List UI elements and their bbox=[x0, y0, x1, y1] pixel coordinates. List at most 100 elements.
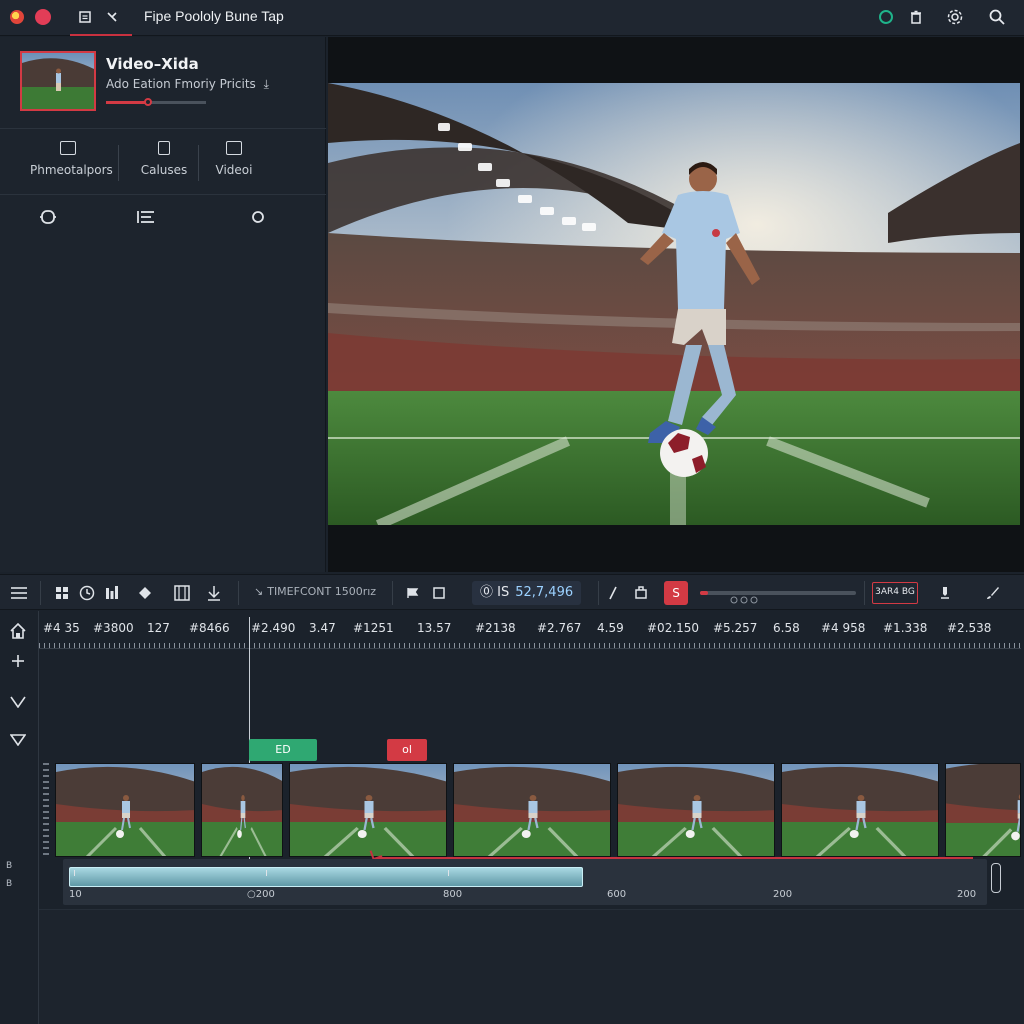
category-photos[interactable]: Phmeotalpors bbox=[30, 141, 113, 177]
flag-icon[interactable] bbox=[404, 583, 422, 603]
download-small-icon[interactable]: ⤓ bbox=[264, 77, 269, 91]
preview-frame bbox=[328, 83, 1020, 525]
media-panel: Video–Xida Ado Eation Fmoriy Pricits ⤓ P… bbox=[0, 37, 326, 572]
track-scale-label: 200 bbox=[957, 889, 977, 900]
list-icon[interactable] bbox=[136, 207, 156, 227]
audio-clip[interactable] bbox=[69, 867, 583, 887]
timeline: B B #4 35 #3800 127 #8466 #2.490 3.47 #1… bbox=[0, 611, 1024, 1024]
loop-icon[interactable] bbox=[38, 207, 58, 227]
time-ruler[interactable]: #4 35 #3800 127 #8466 #2.490 3.47 #1251 … bbox=[39, 617, 1021, 649]
menu-icon[interactable] bbox=[10, 583, 28, 603]
video-clip[interactable] bbox=[201, 763, 283, 857]
trash-icon[interactable] bbox=[906, 6, 926, 28]
ruler-label: #5.257 bbox=[713, 621, 758, 635]
category-divider bbox=[198, 145, 199, 181]
video-clip[interactable] bbox=[945, 763, 1021, 857]
brush-icon[interactable] bbox=[984, 583, 1002, 603]
window-title: Fipe Poololy Bune Tap bbox=[144, 8, 284, 24]
category-divider bbox=[118, 145, 119, 181]
tools-row bbox=[0, 203, 326, 233]
category-clips[interactable]: Caluses bbox=[134, 141, 194, 177]
empty-track-area[interactable] bbox=[39, 909, 1024, 1024]
timecode-format-label: ↘ TIMEFCONT 1500rız bbox=[254, 585, 376, 598]
clip-tick bbox=[448, 870, 449, 876]
media-card[interactable]: Video–Xida Ado Eation Fmoriy Pricits ⤓ bbox=[0, 37, 326, 129]
grid-icon[interactable] bbox=[54, 583, 70, 603]
track-scroll-handle[interactable] bbox=[991, 863, 1001, 893]
volume-marks bbox=[730, 589, 758, 604]
square-icon[interactable] bbox=[430, 583, 448, 603]
triangle-down-icon[interactable] bbox=[8, 731, 28, 751]
category-label: Phmeotalpors bbox=[30, 163, 113, 177]
timeline-tracks[interactable]: #4 35 #3800 127 #8466 #2.490 3.47 #1251 … bbox=[38, 611, 1024, 1024]
track-lock-icon[interactable]: B bbox=[6, 861, 12, 871]
track-scale-label: ○200 bbox=[247, 889, 275, 900]
video-preview[interactable] bbox=[328, 37, 1024, 572]
video-clip[interactable] bbox=[617, 763, 775, 857]
clip-tick bbox=[74, 870, 75, 876]
pen-icon[interactable] bbox=[606, 583, 620, 603]
audio-track[interactable]: 10 ○200 800 600 200 200 bbox=[63, 859, 987, 905]
category-label: Videoi bbox=[215, 163, 253, 177]
app-logo-icon[interactable] bbox=[8, 6, 26, 28]
ruler-ticks bbox=[39, 643, 1021, 648]
film-icon[interactable] bbox=[172, 583, 192, 603]
marker-red[interactable]: ol bbox=[387, 739, 427, 761]
stadium-soccer-scene bbox=[328, 83, 1020, 525]
track-mute-icon[interactable]: B bbox=[6, 879, 12, 889]
ruler-label: #2138 bbox=[475, 621, 516, 635]
ruler-label: #2.538 bbox=[947, 621, 992, 635]
media-progress-fill bbox=[106, 101, 148, 104]
status-ring-icon[interactable] bbox=[876, 6, 896, 28]
toolbar-divider bbox=[598, 581, 599, 605]
record-button[interactable]: S bbox=[664, 581, 688, 605]
ruler-label: #8466 bbox=[189, 621, 230, 635]
clip-thumbnail bbox=[618, 764, 774, 856]
category-row: Phmeotalpors Caluses Videoi bbox=[0, 129, 326, 195]
category-label: Caluses bbox=[140, 163, 188, 177]
clip-thumbnail bbox=[946, 764, 1020, 856]
track-scale-label: 10 bbox=[69, 889, 82, 900]
video-track[interactable] bbox=[55, 763, 1021, 857]
media-thumbnail[interactable] bbox=[20, 51, 96, 111]
ruler-label: 13.57 bbox=[417, 621, 452, 635]
track-scale-label: 200 bbox=[773, 889, 793, 900]
add-icon[interactable] bbox=[8, 653, 28, 673]
ruler-label: #3800 bbox=[93, 621, 134, 635]
bars-icon[interactable] bbox=[104, 583, 120, 603]
settings-gear-icon[interactable] bbox=[944, 6, 966, 28]
volume-slider[interactable] bbox=[700, 589, 856, 604]
timecode-format-text: TIMEFCONT 1500rız bbox=[267, 585, 377, 598]
video-clip[interactable] bbox=[781, 763, 939, 857]
media-title: Video–Xida bbox=[106, 55, 199, 73]
media-subtitle-text: Ado Eation Fmoriy Pricits bbox=[106, 77, 256, 91]
category-video[interactable]: Videoi bbox=[206, 141, 262, 177]
toolbar-divider bbox=[238, 581, 239, 605]
marker-green[interactable]: ED bbox=[249, 739, 317, 761]
crop-icon[interactable] bbox=[632, 583, 650, 603]
mode-badge[interactable]: 3AR4 BG bbox=[872, 582, 918, 604]
circle-icon[interactable] bbox=[248, 207, 268, 227]
search-icon[interactable] bbox=[986, 6, 1008, 28]
clip-thumbnail bbox=[782, 764, 938, 856]
timecode-display[interactable]: ⓪ IS 52,7,496 bbox=[472, 581, 582, 605]
edit-toolbar: ↘ TIMEFCONT 1500rız ⓪ IS 52,7,496 S 3AR4 B… bbox=[0, 574, 1024, 610]
media-progress-knob[interactable] bbox=[144, 98, 152, 106]
video-clip[interactable] bbox=[289, 763, 447, 857]
clock-icon[interactable] bbox=[78, 583, 96, 603]
diamond-icon[interactable] bbox=[136, 583, 154, 603]
card-icon bbox=[158, 141, 170, 155]
chevron-down-icon[interactable] bbox=[8, 693, 28, 713]
video-clip[interactable] bbox=[453, 763, 611, 857]
toolbar-divider bbox=[864, 581, 865, 605]
track-scale-label: 600 bbox=[607, 889, 627, 900]
home-icon[interactable] bbox=[8, 622, 28, 643]
clip-tick bbox=[266, 870, 267, 876]
download-icon[interactable] bbox=[204, 583, 224, 603]
app-badge-icon[interactable] bbox=[34, 6, 52, 28]
video-clip[interactable] bbox=[55, 763, 195, 857]
ruler-label: #2.490 bbox=[251, 621, 296, 635]
media-progress-bar[interactable] bbox=[106, 98, 206, 106]
clip-thumbnail bbox=[454, 764, 610, 856]
marker-icon[interactable] bbox=[936, 583, 954, 603]
